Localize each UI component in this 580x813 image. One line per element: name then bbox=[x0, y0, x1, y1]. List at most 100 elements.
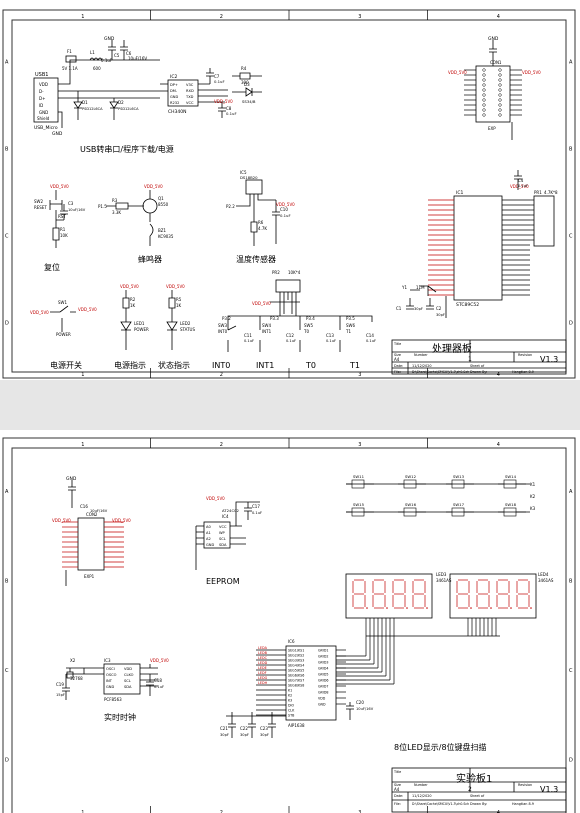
con1-ref: CON1 bbox=[490, 60, 502, 65]
c14-value: 0.1uF bbox=[366, 339, 376, 343]
con1-wires bbox=[489, 40, 513, 140]
ic4-pin-a1: A1 bbox=[206, 531, 211, 535]
interrupt-section: PR2 10K*4 VDD_5V0 P3.2 P3.3 P3.4 P3.5 SW… bbox=[212, 270, 376, 370]
c7-value: 0.1uF bbox=[214, 79, 225, 84]
ic4-value: AT24C02 bbox=[222, 508, 240, 513]
power-section: VDD_5V0 VDD_5V0 SW1 POWER 电源开关 VDD_5V0 R… bbox=[30, 284, 195, 370]
ic6-pin-lines: SEG1/KS1SEG2/KS2SEG3/KS3SEG4/KS4SEG5/KS5… bbox=[256, 646, 346, 717]
ic4-pin-a0: A0 bbox=[206, 525, 211, 529]
zone-col-label-bottom-4: 4 bbox=[497, 372, 500, 378]
mcu-ref: IC1 bbox=[456, 190, 463, 196]
usb-section-title: USB转串口/程序下载/电源 bbox=[80, 144, 174, 154]
c1-value: 30pF bbox=[414, 307, 423, 311]
title-block-label-title: Title bbox=[393, 342, 401, 346]
ic6-left-pin-label: SEG1/KS1 bbox=[288, 648, 304, 652]
sheet1-title: 处理器板 bbox=[432, 342, 472, 355]
gnd-label-usb2: GND bbox=[52, 131, 63, 137]
ch340-pin-dp: DP+ bbox=[170, 83, 178, 87]
zone-col-label-1: 1 bbox=[81, 14, 84, 20]
segment-dp bbox=[426, 607, 428, 609]
led-net-label: LEDG bbox=[258, 676, 268, 680]
mcu-pin-lines bbox=[428, 199, 534, 296]
int-vdd: VDD_5V0 bbox=[252, 301, 271, 306]
sheet1-revision: V1.3 bbox=[540, 355, 558, 364]
ch340-vdd-net: VDD_5V0 bbox=[214, 99, 233, 104]
c10-ref: C10 bbox=[280, 207, 288, 212]
c19-value: 15pF bbox=[56, 693, 65, 697]
ic3-ref: IC3 bbox=[104, 658, 111, 663]
ic3-pin-vdd: VDD bbox=[124, 667, 132, 671]
segment-dp bbox=[366, 607, 368, 609]
sw1-vdd-in: VDD_5V0 bbox=[30, 310, 49, 315]
usb-pin-id: ID bbox=[39, 103, 43, 108]
sw1-vdd-out: VDD_5V0 bbox=[78, 307, 97, 312]
ic6-right-pin-label: GRID7 bbox=[318, 684, 328, 688]
led3-display bbox=[345, 573, 433, 619]
sw2-ref: SW2 bbox=[34, 199, 43, 204]
usb-pin-vdd: VDD bbox=[39, 82, 48, 87]
title-block-sheet2: Title 实验板1 Size A4 Number 2 Revision V1.… bbox=[391, 767, 567, 813]
led2-vdd: VDD_5V0 bbox=[166, 284, 185, 289]
ic6-left-pin-label: SEG8/KS8 bbox=[288, 683, 304, 687]
display-title: 8位LED显示/8位键盘扫描 bbox=[394, 742, 487, 752]
ic6-left-pin-label: K3 bbox=[288, 698, 292, 702]
sheet2-sheet: Sheet of bbox=[470, 794, 485, 798]
con1-pin-dot bbox=[482, 73, 486, 77]
ic6-left-pin-label: SEG3/KS3 bbox=[288, 658, 304, 662]
d3-value: SS34/B bbox=[242, 99, 256, 104]
ic3-pin-clko: CLKO bbox=[124, 673, 134, 677]
segment-dp bbox=[406, 607, 408, 609]
q1-value: 8550 bbox=[158, 202, 169, 207]
sheet2-inner-border bbox=[11, 447, 567, 813]
zone-markers: 1 1 2 2 3 3 4 4 A A B B C C D D bbox=[5, 10, 573, 378]
r1-ref: R1 bbox=[60, 227, 66, 232]
ic6-left-pin-label: CLK bbox=[288, 708, 295, 712]
key-switch-label: SW12 bbox=[405, 474, 417, 479]
c1-ref: C1 bbox=[396, 306, 402, 311]
p32-net: P3.2 bbox=[222, 316, 231, 321]
led-net-label: LEDB bbox=[258, 651, 268, 655]
c18-ref: C18 bbox=[154, 678, 162, 683]
con1-pin-dot bbox=[498, 68, 502, 72]
pr1-value: 4.7K*8 bbox=[544, 190, 558, 195]
reset-wires bbox=[49, 190, 68, 248]
buzzer-vdd-net: VDD_5V0 bbox=[144, 184, 163, 189]
ic6-right-pin-label: GRID5 bbox=[318, 672, 328, 676]
zone-col-label-2: 2 bbox=[220, 14, 223, 20]
rst-net: RST bbox=[58, 214, 66, 219]
display-wires bbox=[336, 618, 500, 685]
zone-col-label-3: 3 bbox=[358, 442, 361, 448]
p15-net: P1.5 bbox=[98, 204, 107, 209]
eeprom-title: EEPROM bbox=[206, 577, 240, 586]
led-net-label: LEDH bbox=[258, 681, 268, 685]
zone-row-label-right-A: A bbox=[569, 60, 573, 66]
processor-board-schematic: 1 1 2 2 3 3 4 4 A A B B C C D D USB1 USB_Micro VDD D- D… bbox=[2, 9, 576, 379]
sheet2-revision: V1.3 bbox=[540, 785, 558, 794]
sw5-value: T0 bbox=[303, 329, 309, 334]
title-block-label-revision: Revision bbox=[518, 353, 532, 357]
eeprom-section: IC4 AT24C02 A0 A1 A2 GND VCC WP SCL SDA … bbox=[195, 496, 262, 586]
c5-value: 0.1uF bbox=[101, 58, 113, 63]
led-net-label: LEDC bbox=[258, 656, 268, 660]
buzzer-section: VDD_5V0 Q1 8550 R3 3.3K P1.5 BZ1 KC9035 … bbox=[98, 184, 174, 264]
mcu-section: IC1 STC89C52 PR1 4.7K*8 VDD_5V0 C4 0.1uF… bbox=[396, 170, 558, 318]
key-net-label: K3 bbox=[530, 506, 536, 511]
sheet1-sheet: Sheet of bbox=[470, 364, 485, 368]
d3-ref: D3 bbox=[244, 82, 250, 87]
zone-row-label-right-D: D bbox=[569, 757, 573, 763]
t0-title: T0 bbox=[305, 361, 316, 370]
usb-ref: USB1 bbox=[35, 72, 48, 78]
zone-row-label-C: C bbox=[5, 234, 9, 240]
p34-net: P3.4 bbox=[306, 316, 315, 321]
f1-value: 5V 1.1A bbox=[62, 66, 78, 71]
d1-value: PSD12L6CA bbox=[82, 107, 103, 111]
segment-dp bbox=[510, 607, 512, 609]
con2-connector bbox=[77, 517, 105, 571]
mcu-chip bbox=[453, 195, 503, 301]
usb-pin-dp: D+ bbox=[39, 96, 45, 101]
ic6-left-pin-label: SEG6/KS6 bbox=[288, 673, 304, 677]
con2-value: EXP1 bbox=[84, 574, 95, 579]
c23-value: 30pF bbox=[260, 733, 269, 737]
ic6-right-pin-label: GRID4 bbox=[318, 666, 328, 670]
c10-value: 0.1uF bbox=[280, 213, 291, 218]
